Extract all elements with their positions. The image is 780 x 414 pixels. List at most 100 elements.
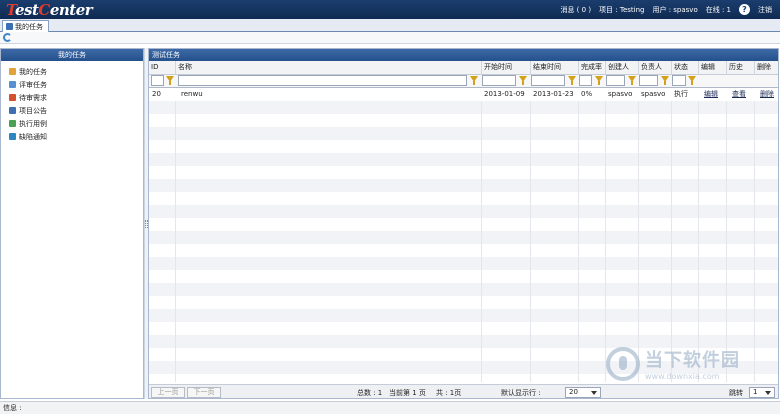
delete-link[interactable]: 删除 bbox=[757, 88, 778, 101]
sidebar-item-my-tasks[interactable]: 我的任务 bbox=[9, 65, 143, 78]
filter-input-owner[interactable] bbox=[639, 75, 658, 86]
grid-line bbox=[754, 88, 755, 382]
logo-letter-c: C bbox=[38, 1, 50, 19]
filter-input-start[interactable] bbox=[482, 75, 516, 86]
review-icon bbox=[9, 81, 16, 88]
top-info: 消息 ( 0 ) 项目 : Testing 用户 : spasvo 在线 : 1… bbox=[560, 4, 772, 15]
cell-status: 执行 bbox=[674, 90, 688, 98]
logo-text-suffix: enter bbox=[49, 1, 93, 19]
filter-input-status[interactable] bbox=[672, 75, 686, 86]
edit-link[interactable]: 编辑 bbox=[701, 88, 726, 101]
filter-icon[interactable] bbox=[661, 76, 669, 85]
chevron-down-icon bbox=[765, 391, 771, 395]
logout-link[interactable]: 注销 bbox=[758, 5, 772, 15]
sidebar-item-label: 缺陷通知 bbox=[19, 132, 47, 141]
status-bar: 信息 : bbox=[0, 401, 780, 414]
watermark-logo-icon bbox=[606, 346, 640, 381]
col-header-id[interactable]: ID bbox=[149, 61, 175, 75]
grid-line bbox=[605, 88, 606, 382]
per-page-value: 20 bbox=[569, 388, 578, 396]
watermark-url: www.downxia.com bbox=[645, 372, 720, 381]
history-link[interactable]: 查看 bbox=[729, 88, 754, 101]
cell-rate: 0% bbox=[581, 90, 593, 98]
filter-icon[interactable] bbox=[568, 76, 576, 85]
sidebar-item-label: 待审需求 bbox=[19, 93, 47, 102]
online-count: 在线 : 1 bbox=[705, 5, 731, 14]
jump-label: 跳转 bbox=[729, 389, 743, 397]
tab-my-tasks[interactable]: 我的任务 bbox=[2, 20, 49, 32]
cell-name: renwu bbox=[181, 90, 203, 98]
pager: 上一页 下一页 总数 : 1 当前第 1 页 共 : 1页 默认显示行 : 20… bbox=[149, 384, 778, 398]
col-header-status[interactable]: 状态 bbox=[671, 61, 698, 75]
panel-title: 测试任务 bbox=[149, 49, 778, 61]
watermark: 当下软件园 www.downxia.com bbox=[606, 346, 740, 381]
sidebar-item-announcement[interactable]: 项目公告 bbox=[9, 104, 143, 117]
messages-link[interactable]: 消息 ( 0 ) bbox=[560, 5, 591, 15]
col-header-end[interactable]: 结束时间 bbox=[530, 61, 578, 75]
filter-input-name[interactable] bbox=[178, 75, 467, 86]
grid-body: 20 renwu 2013-01-09 2013-01-23 0% spasvo… bbox=[149, 88, 778, 382]
filter-icon[interactable] bbox=[595, 76, 603, 85]
prev-page-button[interactable]: 上一页 bbox=[151, 387, 185, 398]
page-count: 共 : 1页 bbox=[436, 389, 462, 397]
filter-input-end[interactable] bbox=[531, 75, 565, 86]
grid-line bbox=[726, 88, 727, 382]
current-page: 当前第 1 页 bbox=[389, 389, 426, 397]
run-case-icon bbox=[9, 120, 16, 127]
table-row[interactable]: 20 renwu 2013-01-09 2013-01-23 0% spasvo… bbox=[149, 88, 778, 101]
chevron-down-icon bbox=[591, 391, 597, 395]
filter-input-rate[interactable] bbox=[579, 75, 592, 86]
sidebar: 我的任务 我的任务 评审任务 待审需求 项目公告 执行用例 缺陷通知 bbox=[0, 48, 144, 399]
filter-row bbox=[149, 75, 778, 88]
top-bar: TestCenter 消息 ( 0 ) 项目 : Testing 用户 : sp… bbox=[0, 0, 780, 19]
col-header-history: 历史 bbox=[726, 61, 754, 75]
col-header-name[interactable]: 名称 bbox=[175, 61, 481, 75]
col-header-creator[interactable]: 创建人 bbox=[605, 61, 638, 75]
grid-line bbox=[698, 88, 699, 382]
pending-icon bbox=[9, 94, 16, 101]
project-label: 项目 : Testing bbox=[599, 5, 645, 14]
watermark-text: 当下软件园 www.downxia.com bbox=[645, 346, 740, 381]
grid-line bbox=[638, 88, 639, 382]
grid-line bbox=[530, 88, 531, 382]
sidebar-item-label: 项目公告 bbox=[19, 106, 47, 115]
per-page-select[interactable]: 20 bbox=[565, 387, 601, 398]
logo-text-prefix: est bbox=[14, 1, 39, 19]
cell-start: 2013-01-09 bbox=[484, 90, 525, 98]
filter-input-id[interactable] bbox=[151, 75, 164, 86]
col-header-start[interactable]: 开始时间 bbox=[481, 61, 530, 75]
sidebar-list: 我的任务 评审任务 待审需求 项目公告 执行用例 缺陷通知 bbox=[1, 61, 143, 143]
logo-letter-t: T bbox=[6, 1, 15, 19]
sidebar-item-pending[interactable]: 待审需求 bbox=[9, 91, 143, 104]
filter-input-creator[interactable] bbox=[606, 75, 625, 86]
help-icon[interactable]: ? bbox=[739, 4, 750, 15]
jump-page-select[interactable]: 1 bbox=[749, 387, 775, 398]
filter-icon[interactable] bbox=[166, 76, 174, 85]
sidebar-item-bug-notify[interactable]: 缺陷通知 bbox=[9, 130, 143, 143]
grid-line bbox=[671, 88, 672, 382]
next-page-button[interactable]: 下一页 bbox=[187, 387, 221, 398]
filter-icon[interactable] bbox=[688, 76, 696, 85]
col-header-delete: 删除 bbox=[754, 61, 778, 75]
cell-end: 2013-01-23 bbox=[533, 90, 574, 98]
toolbar bbox=[0, 32, 780, 44]
col-header-rate[interactable]: 完成率 bbox=[578, 61, 605, 75]
sidebar-item-run-case[interactable]: 执行用例 bbox=[9, 117, 143, 130]
tab-bar: 我的任务 bbox=[0, 19, 780, 32]
grid-header: ID 名称 开始时间 结束时间 完成率 创建人 负责人 状态 编辑 历史 删除 bbox=[149, 61, 778, 75]
filter-icon[interactable] bbox=[628, 76, 636, 85]
user-task-icon bbox=[9, 68, 16, 75]
col-header-owner[interactable]: 负责人 bbox=[638, 61, 671, 75]
bug-notify-icon bbox=[9, 133, 16, 140]
grid-line bbox=[481, 88, 482, 382]
jump-page-value: 1 bbox=[753, 388, 758, 396]
sidebar-item-review[interactable]: 评审任务 bbox=[9, 78, 143, 91]
task-icon bbox=[6, 23, 13, 30]
watermark-title: 当下软件园 bbox=[645, 350, 740, 371]
filter-icon[interactable] bbox=[470, 76, 478, 85]
refresh-icon[interactable] bbox=[3, 33, 12, 42]
grid-line bbox=[578, 88, 579, 382]
filter-icon[interactable] bbox=[519, 76, 527, 85]
user-label: 用户 : spasvo bbox=[652, 5, 698, 14]
total-count: 总数 : 1 bbox=[357, 389, 383, 397]
